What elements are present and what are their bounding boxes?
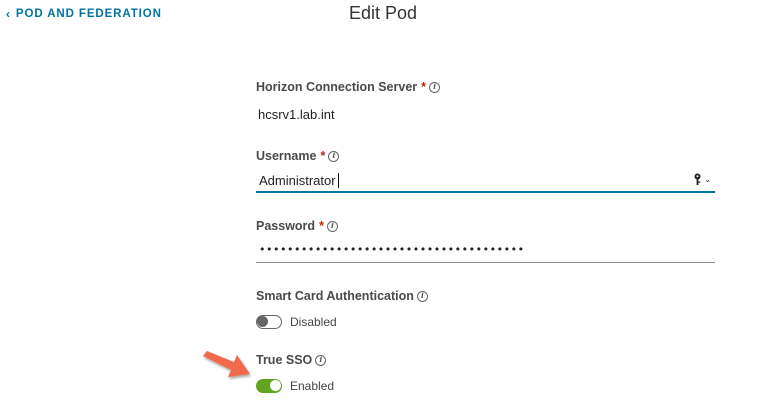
connection-server-field: Horizon Connection Server * i hcsrv1.lab… bbox=[256, 80, 441, 122]
username-label-row: Username * i bbox=[256, 149, 715, 163]
password-input-container[interactable]: •••••••••••••••••••••••••••••••••••••• bbox=[256, 240, 715, 263]
info-icon[interactable]: i bbox=[315, 354, 327, 366]
info-icon[interactable]: i bbox=[328, 150, 340, 162]
username-field: Username * i ⌄ bbox=[256, 149, 715, 193]
true-sso-label-row: True SSO i bbox=[256, 353, 334, 367]
true-sso-toggle[interactable] bbox=[256, 379, 282, 393]
key-dropdown-icon[interactable]: ⌄ bbox=[692, 173, 711, 185]
smart-card-label-row: Smart Card Authentication i bbox=[256, 289, 428, 303]
smart-card-toggle[interactable] bbox=[256, 315, 282, 329]
password-label-row: Password * i bbox=[256, 219, 715, 233]
smart-card-state-label: Disabled bbox=[290, 315, 337, 329]
toggle-knob bbox=[257, 316, 268, 327]
true-sso-field: True SSO i Enabled bbox=[256, 353, 334, 393]
info-icon[interactable]: i bbox=[429, 81, 441, 93]
info-icon[interactable]: i bbox=[416, 290, 428, 302]
username-input[interactable] bbox=[256, 170, 679, 190]
toggle-knob bbox=[270, 380, 281, 391]
true-sso-state-label: Enabled bbox=[290, 379, 335, 393]
chevron-down-icon: ⌄ bbox=[704, 174, 711, 184]
true-sso-label: True SSO bbox=[256, 353, 313, 367]
edit-pod-page: ‹ POD AND FEDERATION Edit Pod Horizon Co… bbox=[0, 0, 766, 412]
info-icon[interactable]: i bbox=[326, 220, 338, 232]
smart-card-label: Smart Card Authentication bbox=[256, 289, 414, 303]
page-title: Edit Pod bbox=[348, 3, 418, 23]
text-cursor bbox=[338, 173, 339, 188]
connection-server-label-row: Horizon Connection Server * i bbox=[256, 80, 441, 94]
key-icon bbox=[694, 173, 701, 185]
password-masked-value[interactable]: •••••••••••••••••••••••••••••••••••••• bbox=[259, 243, 525, 256]
true-sso-toggle-row: Enabled bbox=[256, 379, 334, 393]
connection-server-label: Horizon Connection Server bbox=[256, 80, 418, 94]
password-field: Password * i •••••••••••••••••••••••••••… bbox=[256, 219, 715, 263]
password-label: Password bbox=[256, 219, 316, 233]
required-marker: * bbox=[320, 149, 326, 163]
smart-card-toggle-row: Disabled bbox=[256, 315, 428, 329]
username-label: Username bbox=[256, 149, 317, 163]
smart-card-field: Smart Card Authentication i Disabled bbox=[256, 289, 428, 329]
username-input-container: ⌄ bbox=[256, 170, 715, 193]
red-arrow-icon bbox=[203, 351, 250, 377]
required-marker: * bbox=[421, 80, 427, 94]
required-marker: * bbox=[319, 219, 324, 233]
connection-server-value: hcsrv1.lab.int bbox=[258, 107, 335, 122]
